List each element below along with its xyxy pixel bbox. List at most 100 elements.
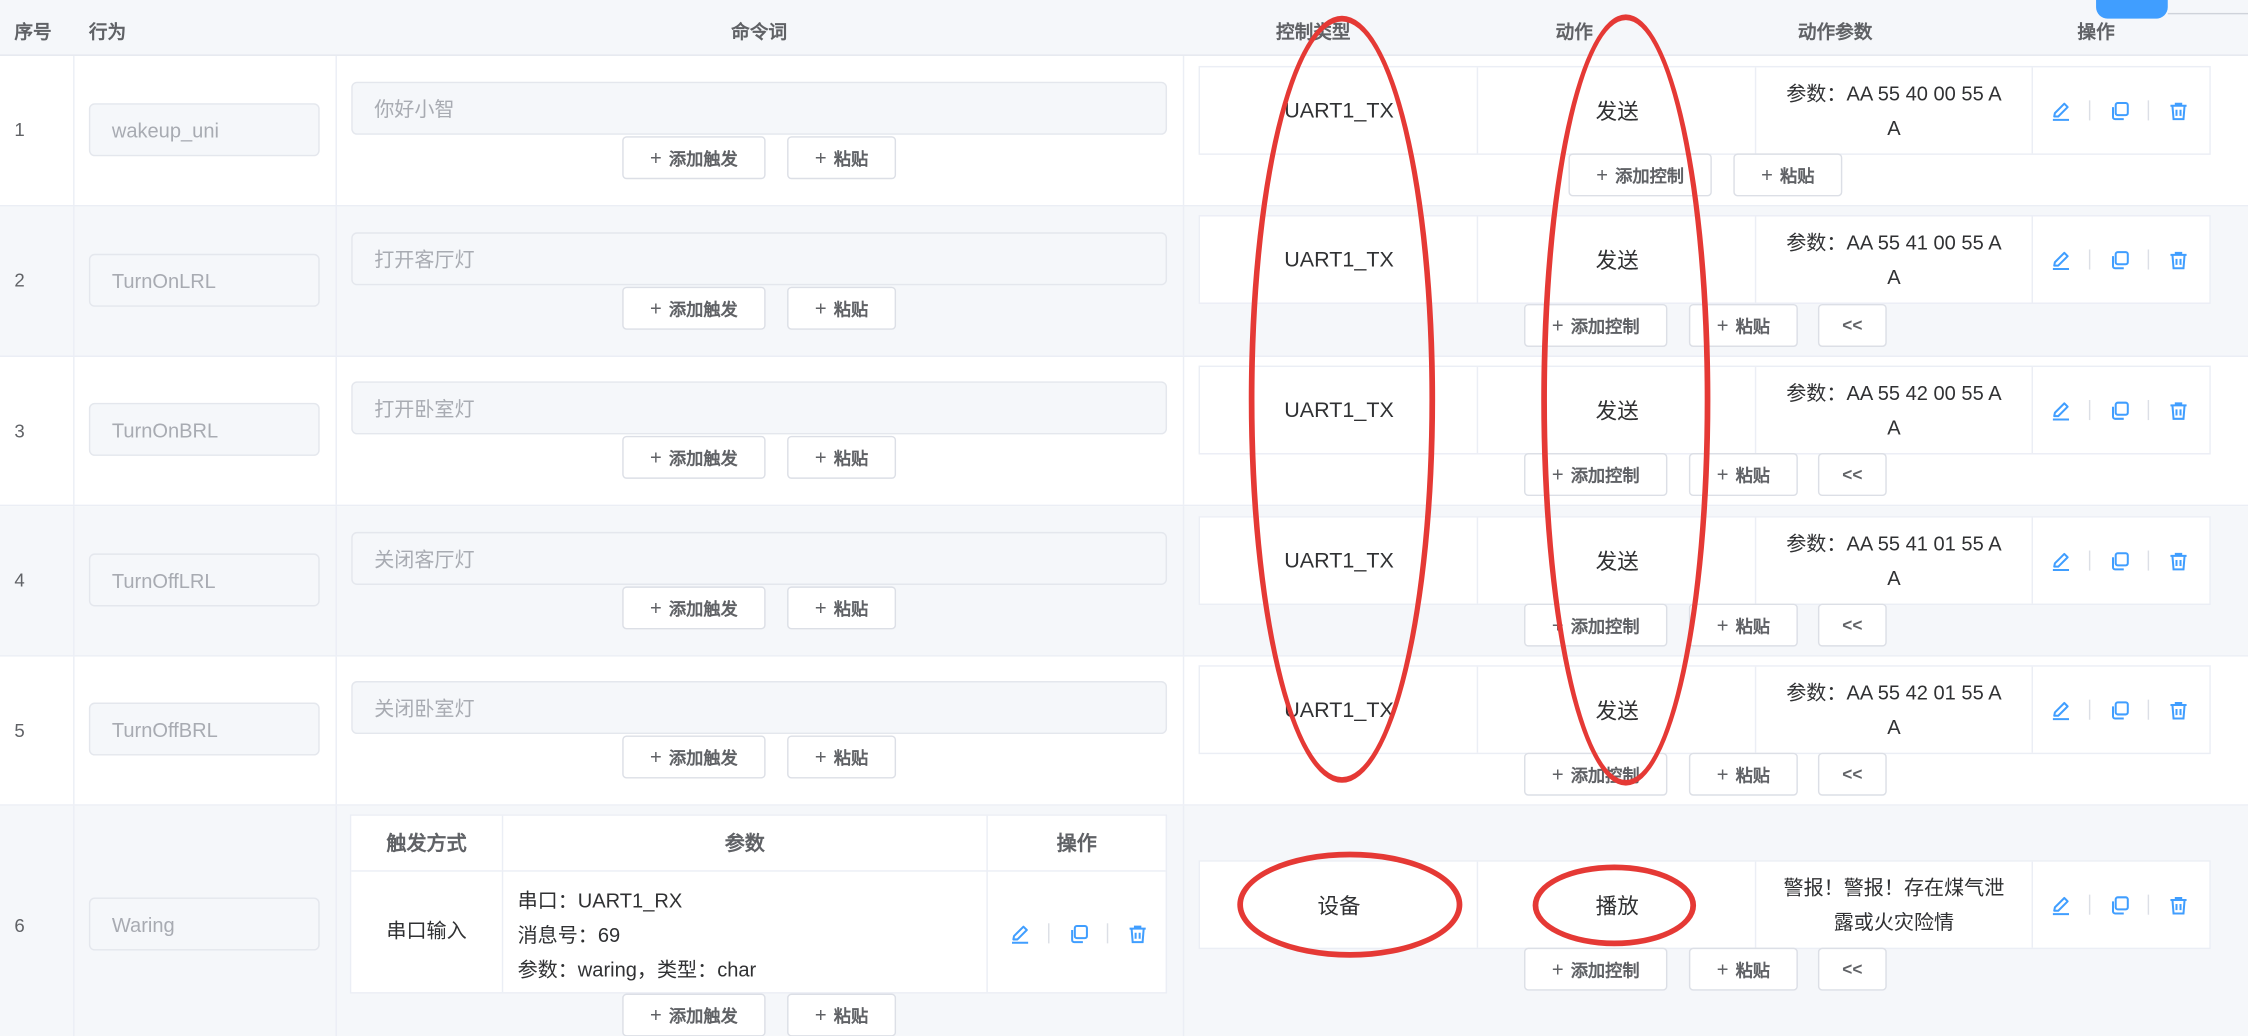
plus-icon: + bbox=[814, 1003, 827, 1027]
row-index: 4 bbox=[14, 569, 25, 591]
plus-icon: + bbox=[1551, 957, 1564, 981]
command-field[interactable]: 你好小智 bbox=[351, 81, 1168, 135]
collapse-button[interactable]: << bbox=[1817, 947, 1887, 991]
table-row: 1 wakeup_uni 你好小智 + 添加触发 + 粘贴 UART1_TX 发送 … bbox=[0, 55, 2248, 207]
paste-button[interactable]: + 粘贴 bbox=[787, 993, 897, 1036]
plus-icon: + bbox=[650, 445, 662, 469]
edit-icon[interactable] bbox=[2046, 245, 2075, 274]
plus-icon: + bbox=[1596, 163, 1609, 187]
control-card: UART1_TX 发送 参数：AA 55 42 01 55 AA bbox=[1198, 665, 2212, 755]
copy-icon[interactable] bbox=[2105, 546, 2134, 575]
edit-icon[interactable] bbox=[2046, 695, 2075, 724]
behavior-field[interactable]: TurnOnBRL bbox=[88, 402, 320, 456]
plus-icon: + bbox=[650, 745, 662, 769]
plus-icon: + bbox=[1716, 463, 1729, 487]
behavior-field[interactable]: wakeup_uni bbox=[88, 103, 320, 157]
table-row: 2 TurnOnLRL 打开客厅灯 + 添加触发 + 粘贴 UART1_TX 发送 … bbox=[0, 206, 2248, 357]
plus-icon: + bbox=[650, 296, 662, 320]
copy-icon[interactable] bbox=[2105, 890, 2134, 919]
trigger-method-value: 串口输入 bbox=[386, 919, 467, 942]
collapse-button[interactable]: << bbox=[1817, 453, 1887, 497]
action-value: 发送 bbox=[1595, 549, 1639, 575]
table-row: 5 TurnOffBRL 关闭卧室灯 + 添加触发 + 粘贴 UART1_TX 发送… bbox=[0, 656, 2248, 806]
edit-icon[interactable] bbox=[2046, 546, 2075, 575]
collapse-button[interactable]: << bbox=[1817, 603, 1887, 647]
edit-icon[interactable] bbox=[2046, 396, 2075, 425]
plus-icon: + bbox=[1551, 463, 1564, 487]
trigger-sub-table: 触发方式 参数 操作 串口输入 串口：UART1_RX 消息号：69 参数：wa… bbox=[349, 814, 1168, 994]
control-type-value: UART1_TX bbox=[1284, 98, 1394, 123]
control-card: UART1_TX 发送 参数：AA 55 41 01 55 AA bbox=[1198, 516, 2212, 606]
add-trigger-button[interactable]: + 添加触发 bbox=[622, 286, 766, 330]
table-row: 3 TurnOnBRL 打开卧室灯 + 添加触发 + 粘贴 UART1_TX 发送 … bbox=[0, 356, 2248, 507]
delete-icon[interactable] bbox=[2163, 396, 2192, 425]
action-param-value: 参数：AA 55 42 01 55 AA bbox=[1786, 681, 2002, 739]
delete-icon[interactable] bbox=[2163, 890, 2192, 919]
add-control-button[interactable]: + 添加控制 bbox=[1524, 947, 1668, 991]
floating-tab-indicator[interactable] bbox=[2096, 0, 2168, 19]
add-trigger-button[interactable]: + 添加触发 bbox=[622, 435, 766, 479]
paste-button[interactable]: + 粘贴 bbox=[1688, 603, 1798, 647]
paste-button[interactable]: + 粘贴 bbox=[787, 435, 897, 479]
edit-icon[interactable] bbox=[2046, 890, 2075, 919]
delete-icon[interactable] bbox=[1123, 919, 1152, 948]
behavior-field[interactable]: TurnOffBRL bbox=[88, 702, 320, 756]
paste-button[interactable]: + 粘贴 bbox=[787, 136, 897, 180]
action-param-value: 警报！警报！存在煤气泄 露或火灾险情 bbox=[1783, 875, 2005, 934]
action-param-value: 参数：AA 55 41 00 55 AA bbox=[1786, 230, 2002, 289]
add-trigger-button[interactable]: + 添加触发 bbox=[622, 586, 766, 630]
header-action-params: 动作参数 bbox=[1797, 21, 1873, 44]
add-trigger-button[interactable]: + 添加触发 bbox=[622, 136, 766, 180]
delete-icon[interactable] bbox=[2163, 695, 2192, 724]
behavior-field[interactable]: Waring bbox=[88, 897, 320, 951]
plus-icon: + bbox=[1716, 613, 1729, 637]
behavior-field[interactable]: TurnOffLRL bbox=[88, 553, 320, 607]
add-control-button[interactable]: + 添加控制 bbox=[1524, 453, 1668, 497]
add-trigger-button[interactable]: + 添加触发 bbox=[622, 993, 766, 1036]
add-control-button[interactable]: + 添加控制 bbox=[1524, 603, 1668, 647]
copy-icon[interactable] bbox=[2105, 96, 2134, 125]
edit-icon[interactable] bbox=[2046, 96, 2075, 125]
add-control-button[interactable]: + 添加控制 bbox=[1524, 752, 1668, 796]
delete-icon[interactable] bbox=[2163, 96, 2192, 125]
behavior-config-table: 序号 行为 命令词 控制类型 动作 动作参数 操作 1 wakeup_uni 你… bbox=[0, 0, 2248, 1036]
plus-icon: + bbox=[814, 146, 827, 170]
behavior-field[interactable]: TurnOnLRL bbox=[88, 253, 320, 307]
paste-button[interactable]: + 粘贴 bbox=[1688, 752, 1798, 796]
add-control-button[interactable]: + 添加控制 bbox=[1524, 303, 1668, 347]
action-param-value: 参数：AA 55 42 00 55 AA bbox=[1786, 381, 2002, 439]
copy-icon[interactable] bbox=[2105, 695, 2134, 724]
control-type-value: UART1_TX bbox=[1284, 247, 1394, 272]
paste-button[interactable]: + 粘贴 bbox=[787, 586, 897, 630]
add-control-button[interactable]: + 添加控制 bbox=[1568, 153, 1712, 197]
paste-button[interactable]: + 粘贴 bbox=[1688, 303, 1798, 347]
add-trigger-button[interactable]: + 添加触发 bbox=[622, 735, 766, 779]
paste-button[interactable]: + 粘贴 bbox=[787, 286, 897, 330]
header-command: 命令词 bbox=[731, 21, 788, 44]
copy-icon[interactable] bbox=[2105, 245, 2134, 274]
command-field[interactable]: 打开客厅灯 bbox=[351, 232, 1168, 286]
copy-icon[interactable] bbox=[2105, 396, 2134, 425]
edit-icon[interactable] bbox=[1005, 919, 1034, 948]
paste-button[interactable]: + 粘贴 bbox=[1688, 947, 1798, 991]
row-index: 6 bbox=[14, 914, 25, 937]
delete-icon[interactable] bbox=[2163, 245, 2192, 274]
row-index: 1 bbox=[14, 118, 25, 141]
command-field[interactable]: 关闭客厅灯 bbox=[351, 531, 1168, 585]
divider bbox=[2167, 12, 2248, 15]
sub-header-ops: 操作 bbox=[987, 816, 1166, 872]
row-operations bbox=[2046, 518, 2212, 604]
paste-button[interactable]: + 粘贴 bbox=[787, 735, 897, 779]
collapse-button[interactable]: << bbox=[1817, 303, 1887, 347]
command-field[interactable]: 打开卧室灯 bbox=[351, 381, 1168, 435]
paste-button[interactable]: + 粘贴 bbox=[1733, 153, 1843, 197]
command-field[interactable]: 关闭卧室灯 bbox=[351, 681, 1168, 735]
collapse-button[interactable]: << bbox=[1817, 752, 1887, 796]
row-operations bbox=[2046, 67, 2212, 153]
row-index: 2 bbox=[14, 269, 25, 292]
copy-icon[interactable] bbox=[1064, 919, 1093, 948]
delete-icon[interactable] bbox=[2163, 546, 2192, 575]
paste-button[interactable]: + 粘贴 bbox=[1688, 453, 1798, 497]
header-behavior: 行为 bbox=[88, 21, 127, 44]
row-operations bbox=[2046, 667, 2212, 753]
